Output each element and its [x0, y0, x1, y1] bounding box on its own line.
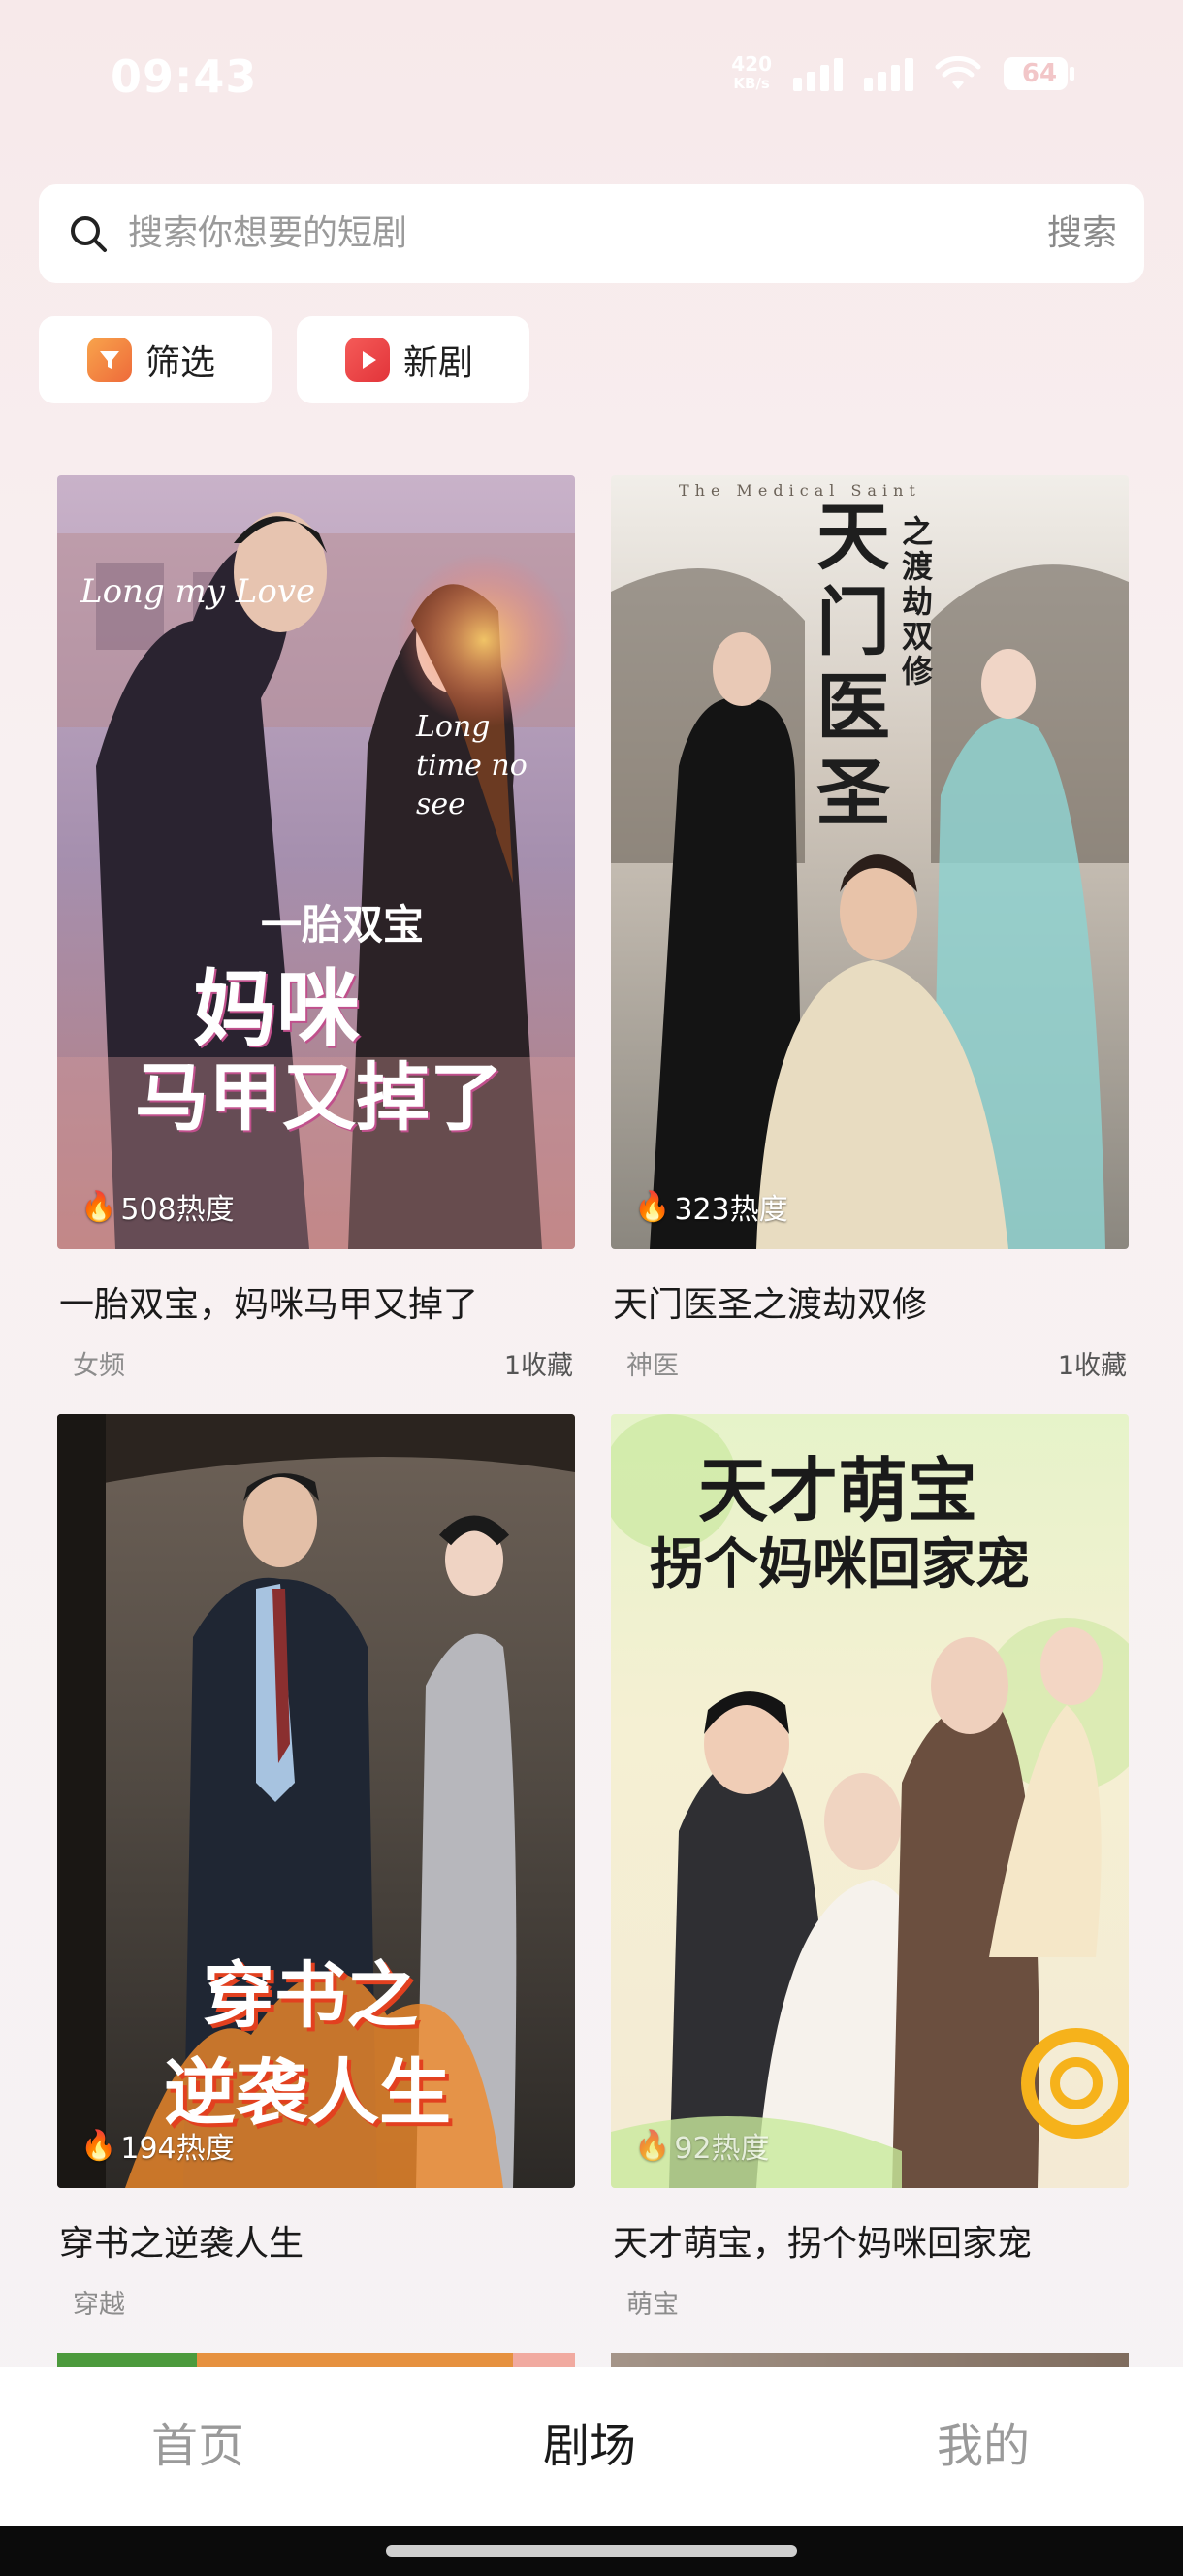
- filter-label: 筛选: [145, 343, 216, 383]
- poster-title: 马甲又掉了: [135, 1054, 503, 1141]
- favorite-count: 1收藏: [1057, 1351, 1127, 1381]
- drama-title[interactable]: 一胎双宝，妈咪马甲又掉了: [59, 1276, 478, 1327]
- nav-mine[interactable]: 我的: [937, 2367, 1030, 2526]
- search-icon: [71, 216, 107, 252]
- drama-card[interactable]: Long my Love Long time no see 一胎双宝 妈咪 马甲…: [57, 475, 575, 1381]
- drama-poster[interactable]: 天才萌宝 拐个妈咪回家宠 🔥 92热度: [611, 1414, 1129, 2188]
- drama-poster[interactable]: 天门医圣 之渡劫双修 The Medical Saint 🔥 323热度: [611, 475, 1129, 1249]
- drama-card[interactable]: 天才萌宝 拐个妈咪回家宠 🔥 92热度 天才萌宝，拐个妈咪回家宠 萌宝: [611, 1414, 1129, 2320]
- wifi-icon: [935, 56, 981, 91]
- play-icon: [345, 338, 390, 382]
- nav-home[interactable]: 首页: [151, 2367, 244, 2526]
- poster-title: 天门医圣: [816, 494, 890, 836]
- heat-badge: 🔥 323热度: [634, 1189, 788, 1228]
- filter-button[interactable]: 筛选: [39, 316, 272, 403]
- status-icons: 420 KB/s 64: [731, 54, 1076, 93]
- new-drama-button[interactable]: 新剧: [297, 316, 529, 403]
- network-speed: 420 KB/s: [731, 52, 772, 92]
- drama-title[interactable]: 天才萌宝，拐个妈咪回家宠: [613, 2215, 1032, 2266]
- poster-title: 穿书之: [203, 1954, 418, 2038]
- poster-script: Long time no see: [416, 710, 528, 821]
- new-drama-label: 新剧: [403, 343, 474, 383]
- heat-badge: 🔥 92热度: [634, 2128, 770, 2167]
- nav-theater[interactable]: 剧场: [543, 2367, 636, 2526]
- signal-icon: [793, 56, 843, 91]
- home-indicator[interactable]: [386, 2545, 797, 2557]
- drama-genre: 女频: [73, 1351, 125, 1381]
- poster-subtitle: 之渡劫双修: [902, 513, 934, 690]
- poster-script: Long my Love: [80, 572, 316, 611]
- heat-badge: 🔥 508热度: [80, 1189, 235, 1228]
- flame-icon: 🔥: [634, 1189, 671, 1224]
- heat-badge: 🔥 194热度: [80, 2128, 235, 2167]
- drama-genre: 穿越: [73, 2290, 125, 2320]
- flame-icon: 🔥: [80, 1189, 117, 1224]
- flame-icon: 🔥: [634, 2128, 671, 2163]
- search-input[interactable]: 搜索你想要的短剧: [128, 184, 407, 283]
- drama-title[interactable]: 天门医圣之渡劫双修: [613, 1276, 927, 1327]
- filter-icon: [87, 338, 132, 382]
- drama-title[interactable]: 穿书之逆袭人生: [59, 2215, 304, 2266]
- search-button[interactable]: 搜索: [1047, 184, 1117, 283]
- flame-icon: 🔥: [80, 2128, 117, 2163]
- drama-card[interactable]: 穿书之 逆袭人生 🔥 194热度 穿书之逆袭人生 穿越: [57, 1414, 575, 2320]
- bottom-navigation: 首页 剧场 我的: [0, 2367, 1183, 2526]
- search-bar[interactable]: 搜索你想要的短剧 搜索: [39, 184, 1144, 283]
- drama-card[interactable]: 天门医圣 之渡劫双修 The Medical Saint 🔥 323热度 天门医…: [611, 475, 1129, 1381]
- poster-title: 拐个妈咪回家宠: [650, 1532, 1030, 1596]
- drama-poster[interactable]: Long my Love Long time no see 一胎双宝 妈咪 马甲…: [57, 475, 575, 1249]
- battery-icon: 64: [1003, 54, 1076, 93]
- drama-genre: 神医: [626, 1351, 679, 1381]
- poster-script: The Medical Saint: [679, 481, 921, 499]
- status-bar: 09:43 420 KB/s 64: [0, 0, 1183, 155]
- drama-genre: 萌宝: [626, 2290, 679, 2320]
- favorite-count: 1收藏: [503, 1351, 573, 1381]
- status-time: 09:43: [111, 50, 258, 103]
- drama-poster[interactable]: 穿书之 逆袭人生 🔥 194热度: [57, 1414, 575, 2188]
- signal-icon-2: [864, 56, 913, 91]
- poster-title: 逆袭人生: [164, 2051, 451, 2135]
